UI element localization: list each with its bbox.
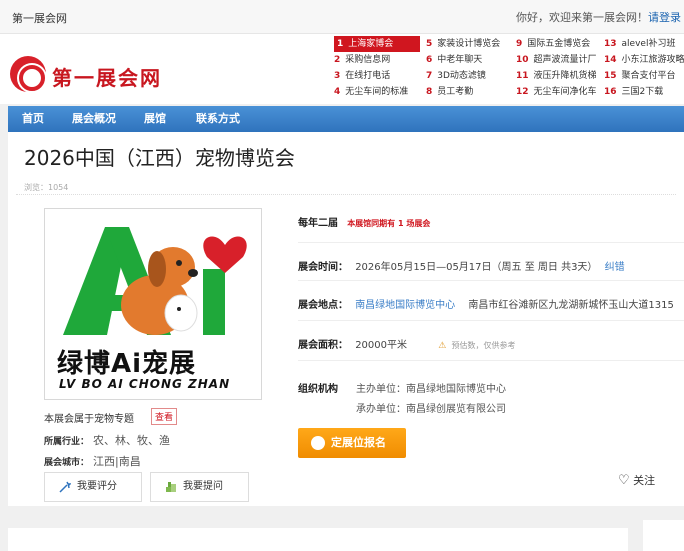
main-nav: 首页 展会概况 展馆 联系方式 — [8, 106, 684, 132]
organizer-label: 承办单位： — [356, 404, 406, 415]
area-row: 展会面积： 20000平米 ⚠ 预估数，仅供参考 — [298, 336, 515, 351]
hot-col-3: 9 国际五金博览会 10 超声波流量计厂 11 液压升降机货梯 12 无尘车间净化车 — [516, 36, 597, 100]
hot-item[interactable]: 6 中老年聊天 — [426, 52, 500, 68]
hot-item[interactable]: 13 alevel补习班 — [604, 36, 684, 52]
venue-address: 南昌市红谷滩新区九龙湖新城怀玉山大道1315 — [468, 300, 674, 311]
area-note: 预估数，仅供参考 — [451, 341, 516, 350]
site-name[interactable]: 第一展会网 — [12, 10, 67, 26]
city-row: 展会城市： 江西|南昌 — [44, 453, 141, 469]
place-label: 展会地点： — [298, 300, 348, 311]
place-row: 展会地点： 南昌绿地国际博览中心 南昌市红谷滩新区九龙湖新城怀玉山大道1315 — [298, 296, 674, 311]
hot-search-list: 1 上海家博会 2 采购信息网 3 在线打电话 4 无尘车间的标准 5 家装设计博览会 6… — [334, 34, 684, 104]
hot-col-4: 13 alevel补习班 14 小东江旅游攻略 15 聚合支付平台 16 三国2下载 — [604, 36, 684, 100]
header: 第一展会网 1 上海家博会 2 采购信息网 3 在线打电话 4 无尘车间的标准 5 家装设… — [0, 34, 684, 104]
time-value: 2026年05月15日—05月17日（周五 至 周日 共3天） — [355, 262, 598, 273]
city-value[interactable]: 江西|南昌 — [93, 455, 141, 468]
host-value: 南昌绿地国际博览中心 — [406, 384, 506, 395]
expo-poster[interactable]: 绿博Ai宠展 LV BO AI CHONG ZHAN — [44, 208, 262, 400]
page-title: 2026中国（江西）宠物博览会 — [24, 146, 295, 170]
hot-item[interactable]: 9 国际五金博览会 — [516, 36, 597, 52]
topic-text: 本展会属于宠物专题 — [44, 414, 134, 425]
welcome-text: 你好，欢迎来第一展会网！ — [516, 11, 648, 24]
apply-icon — [311, 436, 325, 450]
host-row: 主办单位：南昌绿地国际博览中心 — [356, 380, 506, 395]
follow-button[interactable]: ♡ 关注 — [618, 472, 655, 488]
time-row: 展会时间： 2026年05月15日—05月17日（周五 至 周日 共3天） 纠错 — [298, 258, 625, 273]
hot-col-2: 5 家装设计博览会 6 中老年聊天 7 3D动态滤镜 8 员工考勤 — [426, 36, 500, 100]
hot-item[interactable]: 11 液压升降机货梯 — [516, 68, 597, 84]
divider — [16, 194, 676, 195]
hot-col-1: 1 上海家博会 2 采购信息网 3 在线打电话 4 无尘车间的标准 — [334, 36, 420, 100]
puzzle-icon — [166, 482, 176, 492]
logo-icon[interactable] — [10, 56, 46, 92]
organizer-value: 南昌绿创展览有限公司 — [406, 404, 506, 415]
hot-item[interactable]: 15 聚合支付平台 — [604, 68, 684, 84]
divider — [298, 242, 684, 243]
rate-button[interactable]: 我要评分 — [44, 472, 142, 502]
hot-item[interactable]: 4 无尘车间的标准 — [334, 84, 420, 100]
hot-item[interactable]: 12 无尘车间净化车 — [516, 84, 597, 100]
hot-item[interactable]: 2 采购信息网 — [334, 52, 420, 68]
hot-item[interactable]: 14 小东江旅游攻略 — [604, 52, 684, 68]
heart-icon: ♡ — [618, 473, 630, 488]
time-error-link[interactable]: 纠错 — [605, 262, 625, 273]
industry-value: 农、林、牧、渔 — [93, 434, 171, 447]
venue-link[interactable]: 南昌绿地国际博览中心 — [355, 300, 455, 311]
frequency-row: 每年二届 本展馆同期有 1 场展会 — [298, 214, 430, 229]
hot-item[interactable]: 8 员工考勤 — [426, 84, 500, 100]
hot-item[interactable]: 7 3D动态滤镜 — [426, 68, 500, 84]
nav-venue[interactable]: 展馆 — [144, 106, 166, 132]
topic-view-tag[interactable]: 查看 — [151, 408, 178, 425]
divider — [298, 360, 684, 361]
view-count: 浏览：1054 — [24, 183, 69, 192]
poster-brand-en: LV BO AI CHONG ZHAN — [59, 377, 231, 391]
hot-item[interactable]: 10 超声波流量计厂 — [516, 52, 597, 68]
nav-contact[interactable]: 联系方式 — [196, 106, 240, 132]
divider — [298, 280, 684, 281]
city-label: 展会城市： — [44, 458, 90, 468]
next-section-card — [8, 528, 628, 551]
hot-item[interactable]: 5 家装设计博览会 — [426, 36, 500, 52]
ask-button[interactable]: 我要提问 — [150, 472, 249, 502]
industry-label: 所属行业： — [44, 437, 90, 447]
expo-detail-panel: 2026中国（江西）宠物博览会 浏览：1054 绿博Ai宠展 LV BO AI … — [8, 132, 684, 506]
frequency-note: 本展馆同期有 1 场展会 — [347, 219, 431, 228]
poster-brand: 绿博Ai宠展 — [57, 349, 197, 379]
logo-text[interactable]: 第一展会网 — [52, 62, 162, 91]
wand-icon — [59, 481, 71, 493]
top-bar: 第一展会网 你好，欢迎来第一展会网！ 请登录 — [0, 0, 684, 34]
nav-overview[interactable]: 展会概况 — [72, 106, 116, 132]
hot-item[interactable]: 1 上海家博会 — [334, 36, 420, 52]
nav-home[interactable]: 首页 — [22, 106, 44, 132]
hot-item[interactable]: 3 在线打电话 — [334, 68, 420, 84]
frequency-label: 每年二届 — [298, 218, 338, 229]
hot-item[interactable]: 16 三国2下载 — [604, 84, 684, 100]
area-label: 展会面积： — [298, 340, 348, 351]
side-card — [643, 520, 684, 551]
login-link[interactable]: 请登录 — [648, 9, 681, 25]
organizer-row: 承办单位：南昌绿创展览有限公司 — [356, 400, 506, 415]
area-value: 20000平米 — [355, 340, 407, 351]
industry-row: 所属行业： 农、林、牧、渔 — [44, 432, 170, 448]
org-label: 组织机构 — [298, 384, 338, 395]
time-label: 展会时间： — [298, 262, 348, 273]
apply-booth-button[interactable]: 定展位报名 — [298, 428, 406, 458]
warning-icon: ⚠ — [438, 341, 447, 351]
divider — [298, 320, 684, 321]
host-label: 主办单位： — [356, 384, 406, 395]
